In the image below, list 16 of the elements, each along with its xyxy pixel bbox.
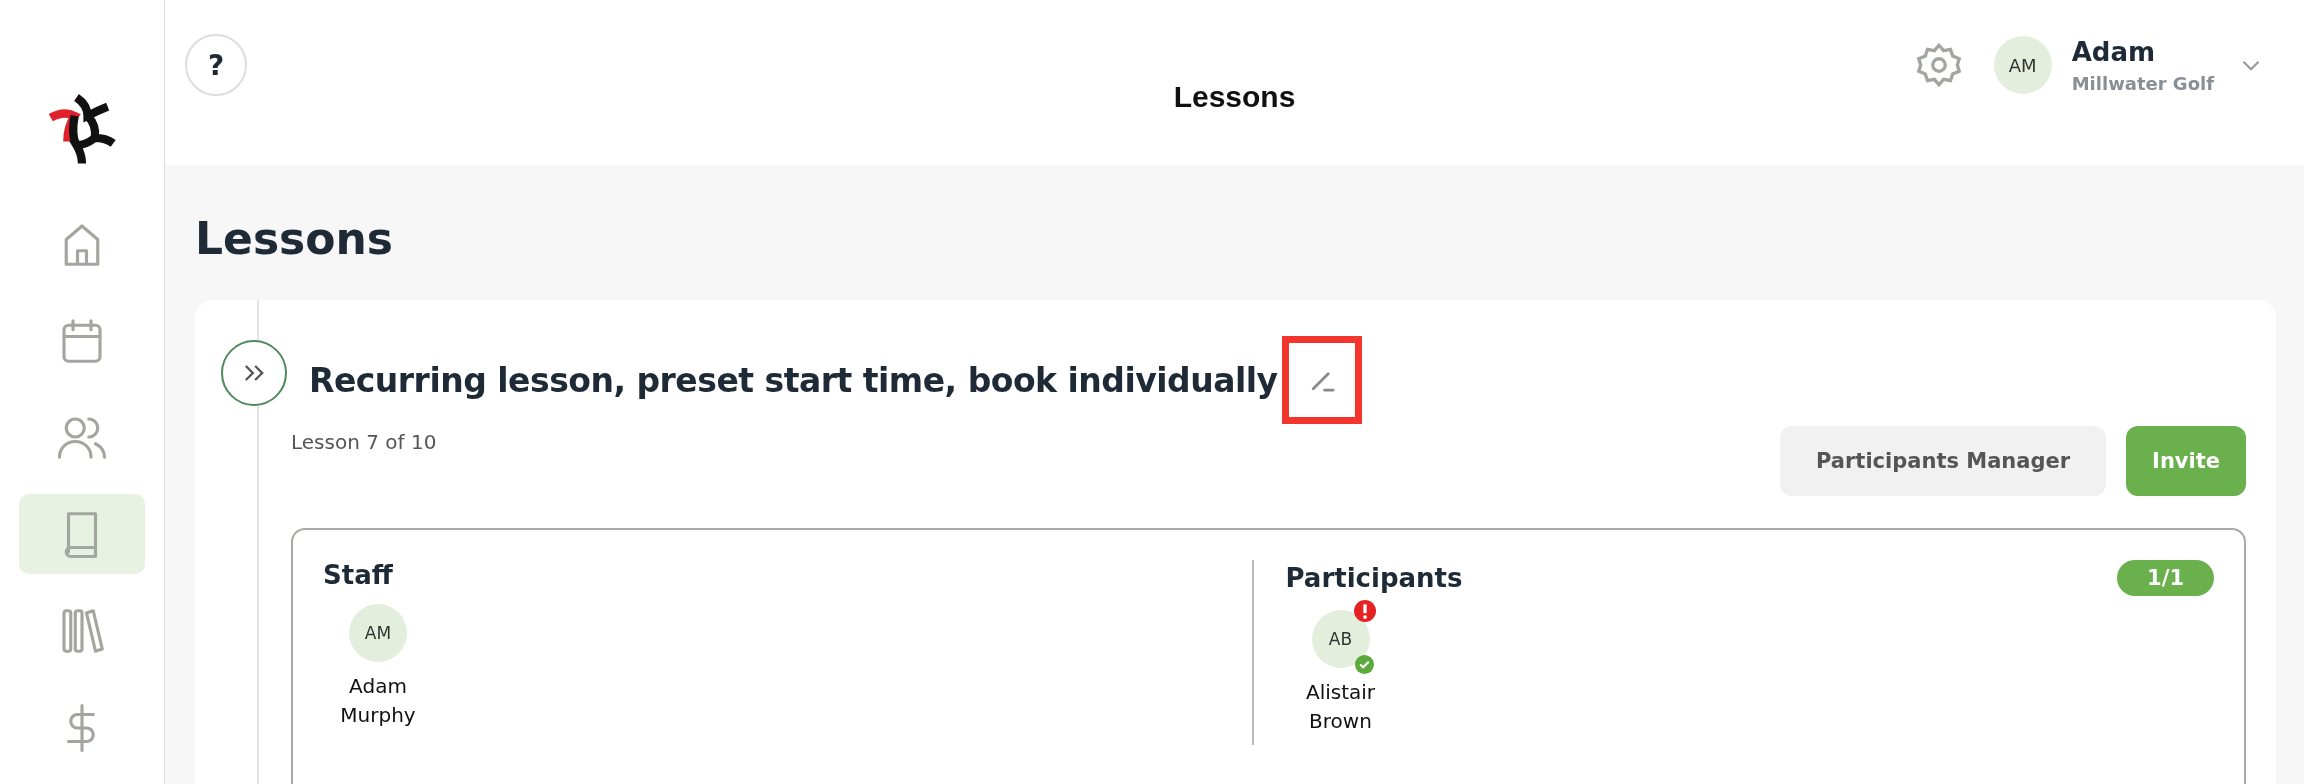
section-title: Staff bbox=[323, 560, 393, 590]
person-name: Alistair Brown bbox=[1304, 679, 1377, 735]
header-title: Lessons bbox=[1173, 80, 1296, 114]
user-avatar[interactable]: AM bbox=[1993, 36, 2052, 94]
page-title: Lessons bbox=[195, 213, 394, 264]
person-avatar: AM bbox=[349, 604, 407, 662]
lesson-title: Recurring lesson, preset start time, book individually bbox=[309, 360, 1278, 400]
user-name: Adam bbox=[2071, 36, 2157, 67]
participant-count: 1/1 bbox=[2117, 560, 2214, 596]
lesson-subtitle: Lesson 7 of 10 bbox=[291, 430, 437, 454]
person-name: Adam Murphy bbox=[339, 673, 417, 729]
section-title: Participants bbox=[1285, 563, 1463, 593]
help-button[interactable]: ? bbox=[185, 34, 247, 96]
participants-manager-button[interactable]: Participants Manager bbox=[1780, 426, 2107, 496]
organization-name: Millwater Golf bbox=[2071, 72, 2214, 94]
nav-item[interactable] bbox=[19, 493, 145, 575]
